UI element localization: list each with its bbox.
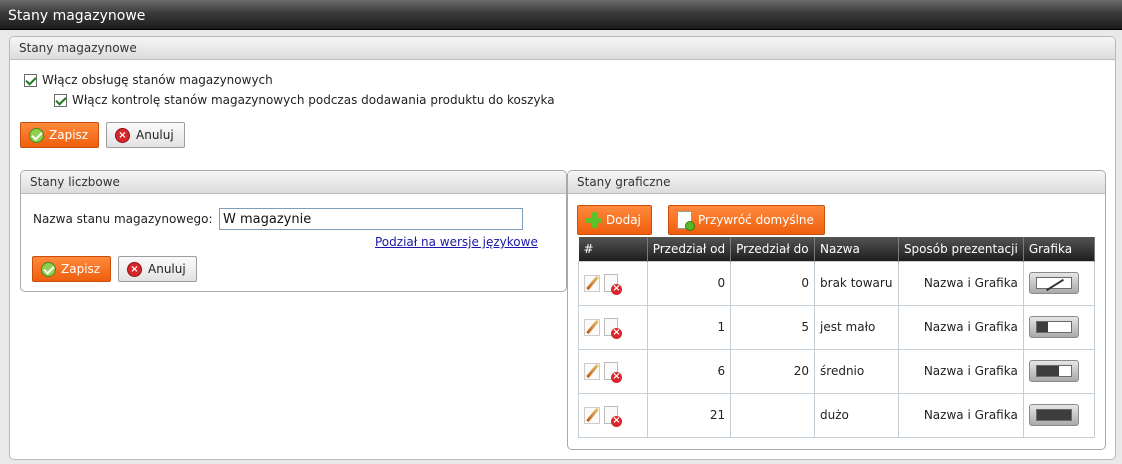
cell-graphic [1022,348,1096,394]
delete-icon[interactable] [604,274,622,295]
cell-to: 0 [730,260,816,306]
language-versions-link[interactable]: Podział na wersje językowe [375,235,538,249]
cell-to: 5 [730,304,816,350]
save-button[interactable]: Zapisz [20,122,100,148]
col-header-from: Przedział od [647,237,732,261]
add-button[interactable]: Dodaj [577,205,652,235]
cell-presentation: Nazwa i Grafika [897,392,1024,438]
row-actions [578,260,648,306]
restore-label: Przywróć domyślne [698,213,814,227]
col-header-index: # [578,237,648,261]
delete-icon[interactable] [604,406,622,427]
row-actions [578,348,648,394]
edit-icon[interactable] [584,318,600,336]
cell-from: 21 [646,392,732,438]
delete-icon[interactable] [604,362,622,383]
numeric-panel-title: Stany liczbowe [21,171,566,194]
add-label: Dodaj [606,213,641,227]
graphic-panel-title: Stany graficzne [568,171,1105,194]
stock-name-input[interactable] [219,208,523,230]
cell-presentation: Nazwa i Grafika [897,348,1024,394]
save-label: Zapisz [49,128,89,142]
edit-icon[interactable] [584,406,600,424]
cell-graphic [1022,392,1096,438]
stock-level-gauge [1028,360,1079,382]
cell-to [730,392,816,438]
cell-name: brak towaru [814,260,899,306]
cart-control-label: Włącz kontrolę stanów magazynowych podcz… [72,93,555,107]
graphic-states-panel: Stany graficzne Dodaj Przywróć domyślne … [567,170,1106,450]
cell-presentation: Nazwa i Grafika [897,260,1024,306]
cell-name: jest mało [814,304,899,350]
enable-stock-label: Włącz obsługę stanów magazynowych [42,73,273,87]
cancel-button[interactable]: × Anuluj [106,122,185,148]
cell-from: 1 [646,304,732,350]
table-row: 21 dużo Nazwa i Grafika [578,392,1096,438]
stock-settings-panel: Stany magazynowe Włącz obsługę stanów ma… [9,36,1116,460]
cell-from: 6 [646,348,732,394]
window-title: Stany magazynowe [0,0,1122,30]
checkbox-checked-icon[interactable] [24,73,37,87]
check-icon [41,261,56,277]
cell-name: dużo [814,392,899,438]
cell-presentation: Nazwa i Grafika [897,304,1024,350]
edit-icon[interactable] [584,274,600,292]
cell-graphic [1022,304,1096,350]
restore-doc-icon [677,211,695,231]
edit-icon[interactable] [584,362,600,380]
check-icon [29,127,44,143]
cancel-icon: × [115,127,130,143]
table-row: 6 20 średnio Nazwa i Grafika [578,348,1096,394]
stock-level-gauge [1028,272,1079,294]
numeric-cancel-button[interactable]: × Anuluj [118,256,197,282]
cancel-icon: × [127,261,142,277]
stock-name-label: Nazwa stanu magazynowego: [33,212,213,226]
panel-title: Stany magazynowe [10,37,1115,60]
col-header-to: Przedział do [730,237,816,261]
row-actions [578,304,648,350]
stock-level-gauge [1028,316,1079,338]
cell-graphic [1022,260,1096,306]
table-row: 1 5 jest mało Nazwa i Grafika [578,304,1096,350]
numeric-cancel-label: Anuluj [148,262,186,276]
restore-defaults-button[interactable]: Przywróć domyślne [668,205,825,235]
cart-control-checkbox[interactable]: Włącz kontrolę stanów magazynowych podcz… [54,93,555,107]
numeric-save-label: Zapisz [61,262,101,276]
row-actions [578,392,648,438]
col-header-presentation: Sposób prezentacji [898,237,1024,261]
empty-slash-icon [1045,278,1064,292]
col-header-graphic: Grafika [1023,237,1096,261]
cell-name: średnio [814,348,899,394]
graphic-states-table: # Przedział od Przedział do Nazwa Sposób… [578,237,1096,438]
table-row: 0 0 brak towaru Nazwa i Grafika [578,260,1096,306]
plus-icon [586,212,602,228]
checkbox-checked-icon[interactable] [54,93,67,107]
enable-stock-checkbox[interactable]: Włącz obsługę stanów magazynowych [24,73,273,87]
delete-icon[interactable] [604,318,622,339]
col-header-name: Nazwa [814,237,899,261]
cancel-label: Anuluj [136,128,174,142]
cell-from: 0 [646,260,732,306]
numeric-states-panel: Stany liczbowe Nazwa stanu magazynowego:… [20,170,567,292]
cell-to: 20 [730,348,816,394]
numeric-save-button[interactable]: Zapisz [32,256,112,282]
stock-level-gauge [1028,404,1079,426]
